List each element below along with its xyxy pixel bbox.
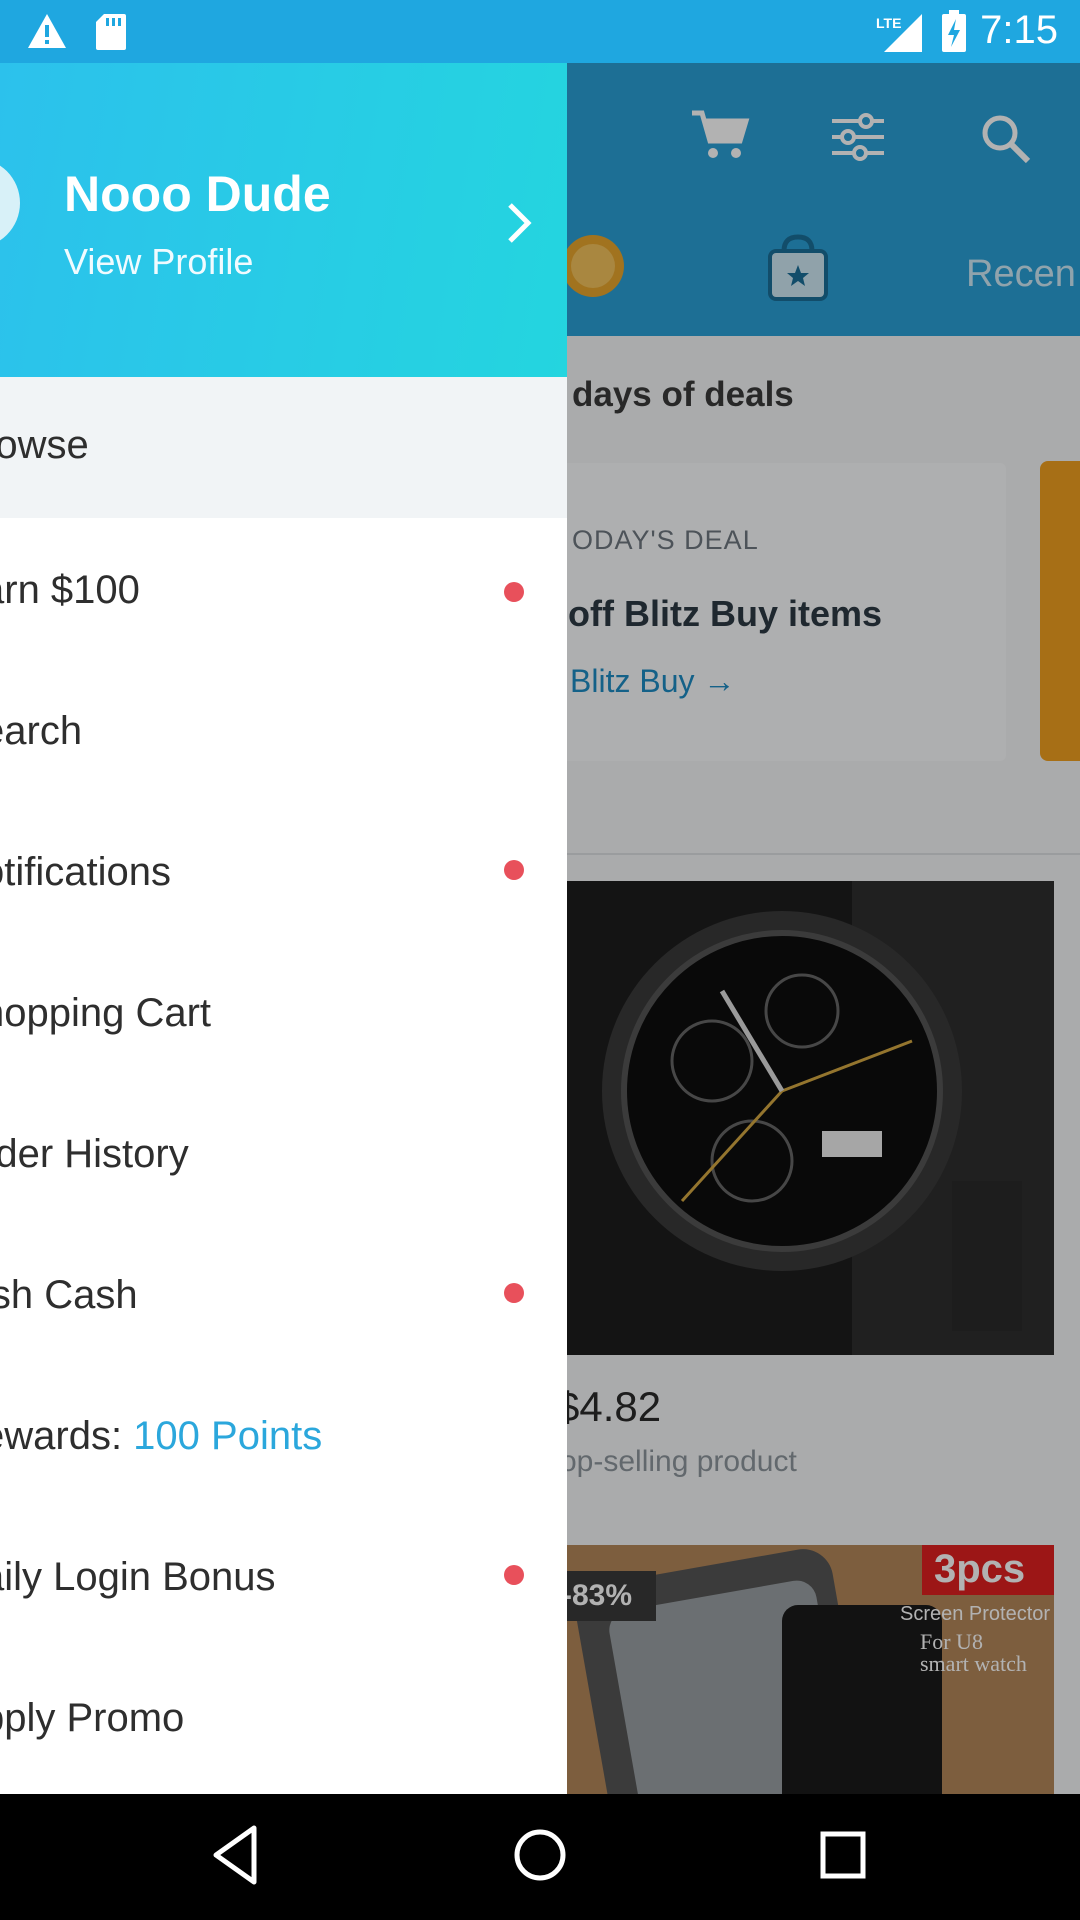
status-time: 7:15 — [980, 8, 1058, 52]
avatar — [0, 158, 20, 248]
notification-dot — [504, 860, 524, 880]
menu-item-wish-cash[interactable]: ish Cash — [0, 1223, 567, 1364]
menu-item-rewards[interactable]: ewards: 100 Points — [0, 1364, 567, 1505]
menu-item-daily-login-bonus[interactable]: aily Login Bonus — [0, 1505, 567, 1646]
menu-item-label: arn $100 — [0, 568, 140, 612]
warning-icon — [28, 14, 66, 48]
navigation-drawer: Nooo Dude View Profile rowse arn $100 ea… — [0, 63, 567, 1794]
notification-dot — [504, 582, 524, 602]
menu-item-apply-promo[interactable]: pply Promo — [0, 1646, 567, 1787]
notification-dot — [504, 1283, 524, 1303]
menu-item-earn[interactable]: arn $100 — [0, 518, 567, 659]
profile-header[interactable]: Nooo Dude View Profile — [0, 63, 567, 377]
status-bar: LTE 7:15 — [0, 0, 1080, 63]
menu-item-search[interactable]: earch — [0, 659, 567, 800]
chevron-right-icon — [508, 203, 532, 243]
rewards-label: ewards: — [0, 1414, 123, 1458]
menu-item-order-history[interactable]: rder History — [0, 1082, 567, 1223]
menu-item-label: rowse — [0, 423, 89, 467]
menu-item-label: ewards: 100 Points — [0, 1414, 322, 1459]
menu-item-label: pply Promo — [0, 1696, 185, 1740]
battery-charging-icon — [942, 10, 966, 52]
sd-card-icon — [96, 14, 126, 50]
back-icon[interactable] — [210, 1822, 260, 1888]
menu-item-label: aily Login Bonus — [0, 1555, 276, 1599]
recents-icon[interactable] — [818, 1822, 868, 1888]
menu-item-notifications[interactable]: otifications — [0, 800, 567, 941]
rewards-points: 100 Points — [133, 1414, 323, 1458]
system-nav-bar — [0, 1794, 1080, 1920]
home-icon[interactable] — [512, 1822, 568, 1888]
menu-item-label: otifications — [0, 850, 171, 894]
menu-item-shopping-cart[interactable]: nopping Cart — [0, 941, 567, 1082]
notification-dot — [504, 1565, 524, 1585]
menu-item-browse[interactable]: rowse — [0, 377, 567, 518]
menu-item-label: nopping Cart — [0, 991, 212, 1035]
view-profile-link[interactable]: View Profile — [64, 241, 253, 283]
menu-item-label: earch — [0, 709, 83, 753]
menu-item-label: rder History — [0, 1132, 189, 1176]
lte-signal-icon: LTE — [876, 14, 922, 52]
menu-item-label: ish Cash — [0, 1273, 138, 1317]
svg-text:LTE: LTE — [876, 15, 901, 31]
profile-name: Nooo Dude — [64, 166, 331, 222]
